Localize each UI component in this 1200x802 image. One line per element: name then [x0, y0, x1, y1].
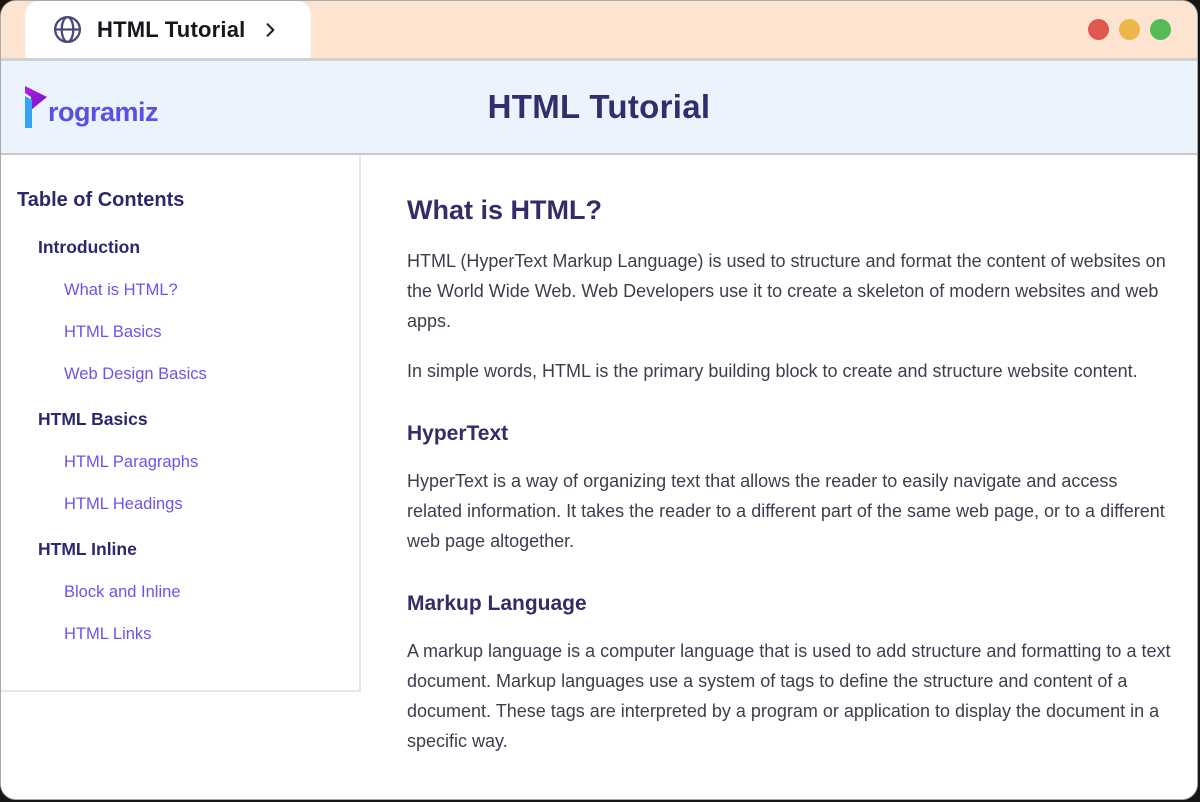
minimize-window-button[interactable]: [1119, 19, 1140, 40]
article-paragraph: A markup language is a computer language…: [407, 636, 1177, 756]
toc-link-html-paragraphs[interactable]: HTML Paragraphs: [64, 453, 345, 472]
toc-section-html-basics: HTML Basics: [38, 409, 345, 430]
subsection-heading-hypertext: HyperText: [407, 422, 1177, 446]
close-window-button[interactable]: [1088, 19, 1109, 40]
tab-bar: HTML Tutorial: [1, 1, 1197, 58]
programiz-logo-icon: [21, 86, 49, 128]
toc-link-html-basics[interactable]: HTML Basics: [64, 323, 345, 342]
subsection-heading-markup-language: Markup Language: [407, 592, 1177, 616]
page-title: HTML Tutorial: [488, 88, 711, 126]
article-heading: What is HTML?: [407, 195, 1177, 226]
toc-section-introduction: Introduction: [38, 237, 345, 258]
toc-link-html-links[interactable]: HTML Links: [64, 625, 345, 644]
chevron-right-icon[interactable]: [260, 20, 280, 40]
article-paragraph: HTML (HyperText Markup Language) is used…: [407, 246, 1177, 336]
browser-window: HTML Tutorial: [0, 0, 1198, 800]
page-header: rogramiz HTML Tutorial: [1, 61, 1197, 155]
toc-title: Table of Contents: [17, 189, 345, 212]
article-paragraph: HyperText is a way of organizing text th…: [407, 466, 1177, 556]
toc-link-web-design-basics[interactable]: Web Design Basics: [64, 365, 345, 384]
article: What is HTML? HTML (HyperText Markup Lan…: [361, 155, 1197, 764]
content-area: Table of Contents Introduction What is H…: [1, 155, 1197, 800]
toc-link-what-is-html[interactable]: What is HTML?: [64, 281, 345, 300]
browser-tab[interactable]: HTML Tutorial: [25, 1, 311, 58]
table-of-contents: Table of Contents Introduction What is H…: [1, 155, 361, 692]
tab-title: HTML Tutorial: [97, 17, 245, 43]
programiz-logo-text: rogramiz: [48, 99, 158, 128]
article-paragraph: In simple words, HTML is the primary bui…: [407, 356, 1177, 386]
globe-icon: [51, 13, 84, 46]
programiz-logo[interactable]: rogramiz: [21, 86, 158, 128]
toc-section-html-inline: HTML Inline: [38, 539, 345, 560]
toc-link-html-headings[interactable]: HTML Headings: [64, 495, 345, 514]
toc-link-block-and-inline[interactable]: Block and Inline: [64, 583, 345, 602]
window-controls: [1088, 1, 1171, 58]
maximize-window-button[interactable]: [1150, 19, 1171, 40]
